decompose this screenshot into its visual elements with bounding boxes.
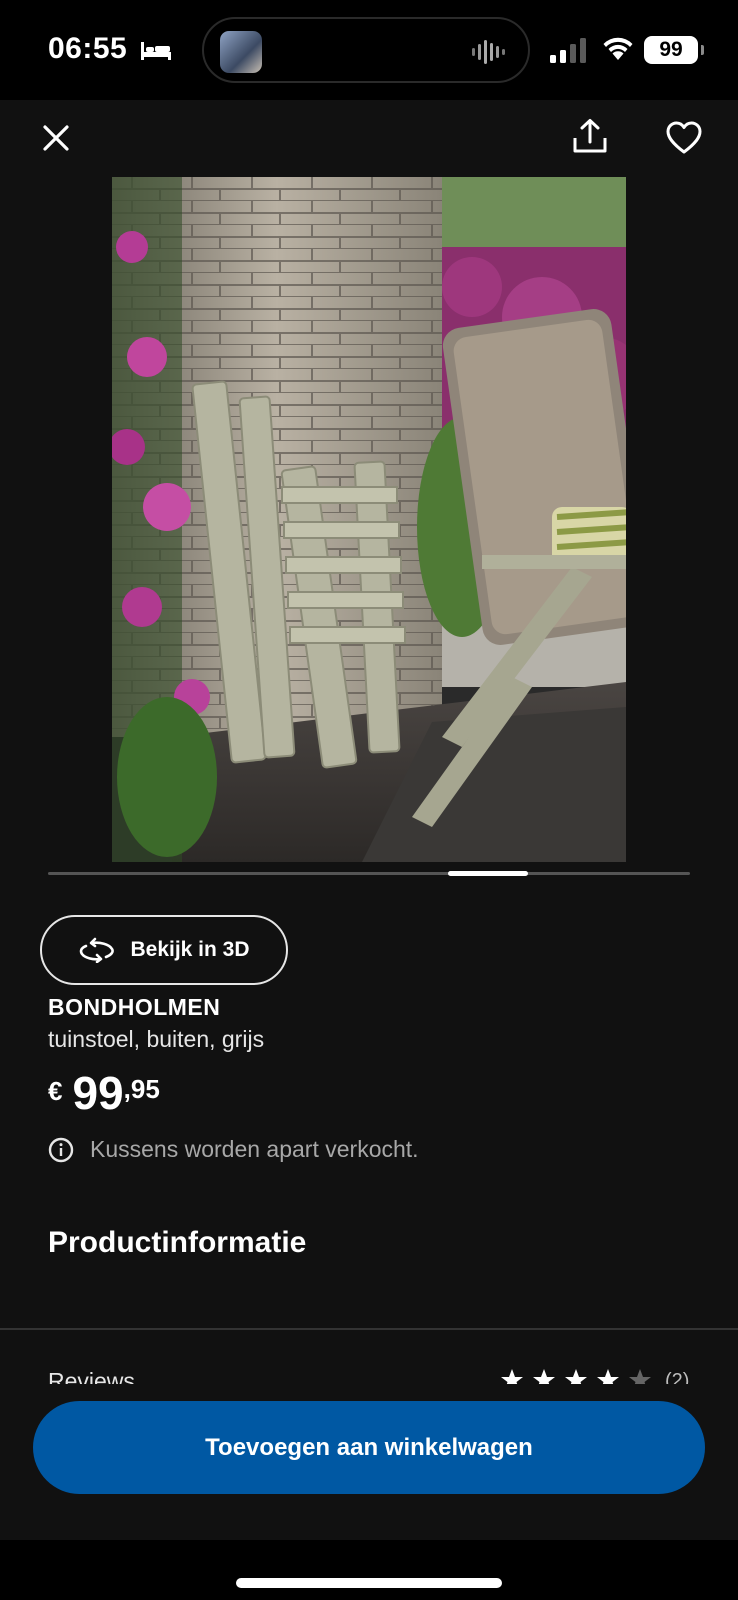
heart-icon[interactable] (664, 118, 704, 158)
gallery-scrollbar-thumb[interactable] (448, 871, 528, 876)
now-playing-artwork (220, 31, 262, 73)
info-icon (48, 1137, 74, 1162)
share-icon[interactable] (570, 116, 610, 156)
price-integer: 99 (72, 1067, 124, 1119)
close-icon[interactable] (36, 118, 76, 158)
view-3d-label: Bekijk in 3D (130, 938, 250, 961)
section-divider (0, 1328, 738, 1330)
product-price: € 99 ,95 (48, 1068, 160, 1119)
home-indicator[interactable] (236, 1578, 502, 1588)
wifi-icon (603, 37, 633, 60)
bed-icon (141, 42, 171, 60)
dynamic-island[interactable] (202, 17, 530, 83)
product-photo[interactable] (112, 177, 626, 862)
price-currency: € (48, 1076, 63, 1106)
gallery-scrollbar[interactable] (48, 871, 690, 876)
product-page: Bekijk in 3D BONDHOLMEN tuinstoel, buite… (0, 100, 738, 1540)
battery-indicator: 99 (644, 36, 704, 64)
price-decimal: ,95 (123, 1074, 160, 1104)
product-name: BONDHOLMEN (48, 994, 221, 1020)
status-bar: 06:55 99 (0, 0, 738, 100)
rotate-3d-icon (80, 937, 115, 963)
status-time: 06:55 (48, 32, 128, 65)
add-to-cart-button[interactable]: Toevoegen aan winkelwagen (33, 1401, 705, 1494)
cellular-signal-icon (550, 38, 586, 63)
add-to-cart-label: Toevoegen aan winkelwagen (205, 1433, 533, 1461)
notice-text: Kussens worden apart verkocht. (90, 1136, 419, 1162)
view-3d-button[interactable]: Bekijk in 3D (40, 915, 288, 985)
product-info-heading[interactable]: Productinformatie (48, 1226, 306, 1260)
product-description: tuinstoel, buiten, grijs (48, 1026, 265, 1052)
cushion-notice: Kussens worden apart verkocht. (48, 1136, 419, 1163)
audio-wave-icon (472, 40, 505, 64)
